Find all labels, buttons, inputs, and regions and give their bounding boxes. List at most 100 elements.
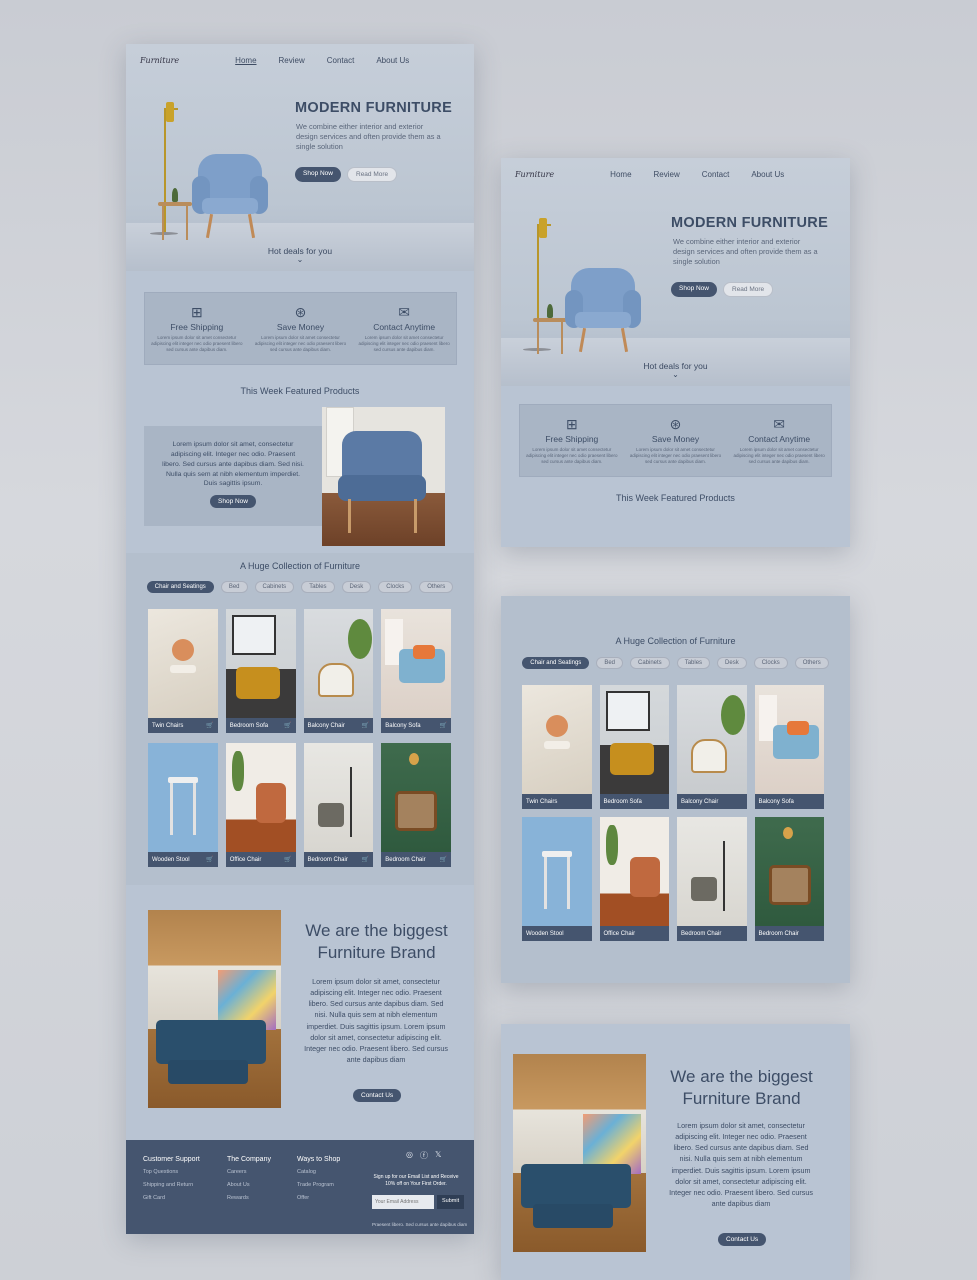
product-grid: Twin Chairs Bedroom Sofa Balcony Chair B… — [522, 685, 824, 941]
nav-home[interactable]: Home — [610, 170, 631, 179]
tab-clocks[interactable]: Clocks — [378, 581, 413, 593]
product-card[interactable]: Bedroom Chair — [677, 817, 747, 941]
read-more-button[interactable]: Read More — [347, 167, 398, 182]
category-tabs: Chair and Seatings Bed Cabinets Tables D… — [126, 581, 474, 593]
brand-text: Lorem ipsum dolor sit amet, consectetur … — [304, 977, 448, 1065]
hero-text: We combine either interior and exterior … — [673, 237, 818, 266]
chevron-down-icon[interactable]: ⌄ — [126, 256, 474, 264]
blue-armchair-image — [192, 154, 274, 244]
top-nav: Furniture Home Review Contact About Us — [515, 170, 835, 179]
x-icon[interactable]: 𝕏 — [435, 1150, 441, 1161]
tab-bed[interactable]: Bed — [596, 657, 623, 669]
copyright: Praesent libero. Sed cursus ante dapibus… — [372, 1222, 468, 1227]
collection-mockup: A Huge Collection of Furniture Chair and… — [501, 596, 850, 983]
nav-about[interactable]: About Us — [376, 56, 409, 65]
product-card[interactable]: Bedroom Chair — [754, 817, 824, 941]
cart-icon: 🛒 — [439, 857, 447, 863]
nav-about[interactable]: About Us — [751, 170, 784, 179]
shop-now-button[interactable]: Shop Now — [671, 282, 717, 297]
submit-button[interactable]: Submit — [437, 1195, 465, 1209]
footer-link[interactable]: Offer — [297, 1195, 340, 1201]
facebook-icon[interactable]: ⓕ — [420, 1150, 428, 1161]
features-box: ⊞ Free Shipping Lorem ipsum dolor sit am… — [519, 404, 832, 477]
envelope-icon: ✉ — [773, 416, 785, 432]
tab-clocks[interactable]: Clocks — [753, 657, 788, 669]
logo[interactable]: Furniture — [515, 170, 554, 179]
product-card[interactable]: Balcony Chair — [677, 685, 747, 809]
nav-contact[interactable]: Contact — [702, 170, 730, 179]
footer-link[interactable]: Careers — [227, 1169, 271, 1175]
featured-title: This Week Featured Products — [240, 386, 360, 396]
brand-title: We are the biggest Furniture Brand — [305, 921, 448, 963]
feature-free-shipping: ⊞ Free Shipping Lorem ipsum dolor sit am… — [147, 305, 247, 353]
hero-mockup: Furniture Home Review Contact About Us M… — [501, 158, 850, 547]
tab-cabinets[interactable]: Cabinets — [630, 657, 670, 669]
product-card[interactable]: Bedroom Chair 🛒 — [303, 743, 374, 867]
features-box: ⊞ Free Shipping Lorem ipsum dolor sit am… — [144, 292, 457, 365]
product-card[interactable]: Bedroom Sofa 🛒 — [225, 609, 296, 733]
shop-now-button[interactable]: Shop Now — [295, 167, 341, 182]
product-card[interactable]: Balcony Chair 🛒 — [303, 609, 374, 733]
signup-text: Sign up for our Email List and Receive 1… — [373, 1174, 459, 1187]
tab-others[interactable]: Others — [419, 581, 454, 593]
logo[interactable]: Furniture — [140, 56, 179, 65]
contact-us-button[interactable]: Contact Us — [718, 1233, 767, 1246]
footer-link[interactable]: Catalog — [297, 1169, 340, 1175]
product-card[interactable]: Twin Chairs 🛒 — [148, 609, 218, 733]
product-card[interactable]: Twin Chairs — [522, 685, 592, 809]
footer: Customer Support Top Questions Shipping … — [126, 1140, 474, 1234]
product-card[interactable]: Wooden Stool — [522, 817, 592, 941]
brand-room-image — [148, 910, 281, 1108]
read-more-button[interactable]: Read More — [723, 282, 774, 297]
nav-home[interactable]: Home — [235, 56, 256, 65]
product-card[interactable]: Wooden Stool 🛒 — [148, 743, 218, 867]
footer-heading: The Company — [227, 1156, 271, 1163]
tab-chair-seatings[interactable]: Chair and Seatings — [522, 657, 590, 669]
tab-others[interactable]: Others — [794, 657, 829, 669]
nav-review[interactable]: Review — [279, 56, 305, 65]
footer-link[interactable]: Gift Card — [143, 1195, 200, 1201]
product-card[interactable]: Office Chair — [599, 817, 669, 941]
contact-us-button[interactable]: Contact Us — [353, 1089, 402, 1102]
tab-tables[interactable]: Tables — [301, 581, 335, 593]
hero-title: MODERN FURNITURE — [671, 215, 829, 231]
blue-armchair-image — [565, 268, 647, 358]
product-card[interactable]: Bedroom Sofa — [599, 685, 669, 809]
product-card[interactable]: Office Chair 🛒 — [225, 743, 296, 867]
brand-room-image — [513, 1054, 646, 1252]
chevron-down-icon[interactable]: ⌄ — [501, 371, 850, 379]
footer-link[interactable]: Shipping and Return — [143, 1182, 200, 1188]
tab-chair-seatings[interactable]: Chair and Seatings — [146, 581, 214, 593]
tab-cabinets[interactable]: Cabinets — [254, 581, 295, 593]
featured-shop-button[interactable]: Shop Now — [210, 495, 256, 509]
dollar-icon: ⊛ — [294, 304, 307, 320]
nav-review[interactable]: Review — [654, 170, 680, 179]
product-card[interactable]: Balcony Sofa 🛒 — [381, 609, 451, 733]
top-nav: Furniture Home Review Contact About Us — [140, 56, 460, 65]
collection-title: A Huge Collection of Furniture — [239, 561, 361, 571]
feature-save-money: ⊛ Save Money Lorem ipsum dolor sit amet … — [626, 417, 726, 465]
hot-deals-label[interactable]: Hot deals for you ⌄ — [501, 361, 850, 379]
hot-deals-label[interactable]: Hot deals for you ⌄ — [126, 246, 474, 264]
brand-text: Lorem ipsum dolor sit amet, consectetur … — [669, 1121, 813, 1209]
product-card[interactable]: Bedroom Chair 🛒 — [381, 743, 451, 867]
tab-desk[interactable]: Desk — [341, 581, 372, 593]
instagram-icon[interactable]: ◎ — [406, 1150, 413, 1161]
cart-icon: 🛒 — [439, 723, 447, 729]
feature-save-money: ⊛ Save Money Lorem ipsum dolor sit amet … — [251, 305, 351, 353]
hero-section: Furniture Home Review Contact About Us M… — [501, 158, 850, 386]
featured-card: Lorem ipsum dolor sit amet, consectetur … — [144, 426, 322, 526]
side-table-image — [158, 188, 192, 242]
nav-contact[interactable]: Contact — [327, 56, 355, 65]
footer-link[interactable]: About Us — [227, 1182, 271, 1188]
footer-link[interactable]: Rewards — [227, 1195, 271, 1201]
tab-bed[interactable]: Bed — [220, 581, 248, 593]
full-page-mockup: Furniture Home Review Contact About Us M… — [126, 44, 474, 1234]
tab-tables[interactable]: Tables — [676, 657, 711, 669]
footer-heading: Customer Support — [143, 1156, 200, 1163]
footer-link[interactable]: Top Questions — [143, 1169, 200, 1175]
footer-link[interactable]: Trade Program — [297, 1182, 340, 1188]
product-card[interactable]: Balcony Sofa — [754, 685, 824, 809]
email-input[interactable] — [372, 1195, 434, 1209]
tab-desk[interactable]: Desk — [717, 657, 747, 669]
